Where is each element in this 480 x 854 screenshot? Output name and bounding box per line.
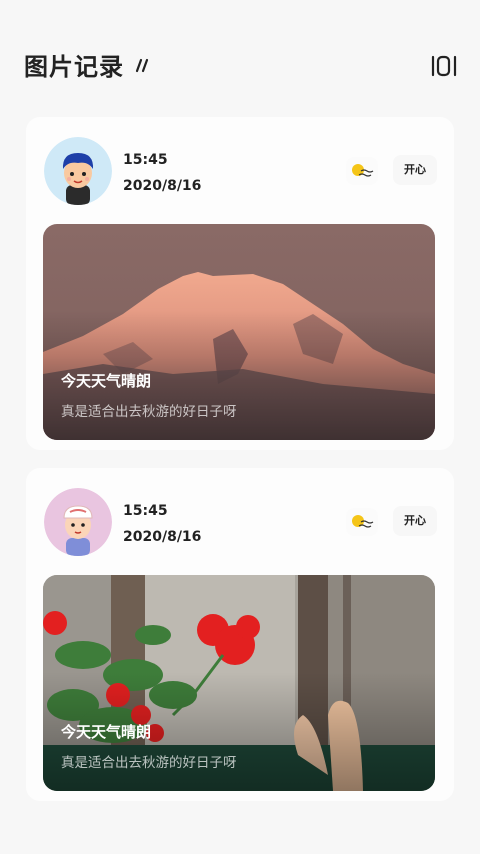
slash-decoration-icon	[135, 58, 149, 73]
record-card[interactable]: 15:45 2020/8/16 开心 今天天气晴朗 真是适合出去秋游的好日子呀	[26, 117, 454, 450]
mood-badge[interactable]: 开心	[393, 155, 437, 185]
layout-toggle-icon[interactable]	[430, 55, 458, 77]
caption-title: 今天天气晴朗	[61, 723, 152, 741]
sunny-windy-icon	[352, 164, 374, 177]
header: 图片记录	[0, 0, 480, 110]
flowers-photo[interactable]: 今天天气晴朗 真是适合出去秋游的好日子呀	[43, 575, 435, 791]
caption-title: 今天天气晴朗	[61, 372, 152, 390]
caption-text: 真是适合出去秋游的好日子呀	[61, 755, 237, 771]
avatar[interactable]	[44, 488, 112, 556]
entry-time: 15:45	[123, 503, 168, 519]
mountain-photo[interactable]: 今天天气晴朗 真是适合出去秋游的好日子呀	[43, 224, 435, 440]
caption-text: 真是适合出去秋游的好日子呀	[61, 404, 237, 420]
entry-date: 2020/8/16	[123, 178, 202, 194]
record-card[interactable]: 15:45 2020/8/16 开心 今天天气晴朗 真是适合出去秋游的好日子呀	[26, 468, 454, 801]
weather-badge[interactable]	[346, 157, 378, 185]
entry-date: 2020/8/16	[123, 529, 202, 545]
entry-time: 15:45	[123, 152, 168, 168]
weather-badge[interactable]	[346, 508, 378, 536]
mood-badge[interactable]: 开心	[393, 506, 437, 536]
avatar[interactable]	[44, 137, 112, 205]
sunny-windy-icon	[352, 515, 374, 528]
page-title: 图片记录	[24, 53, 124, 81]
